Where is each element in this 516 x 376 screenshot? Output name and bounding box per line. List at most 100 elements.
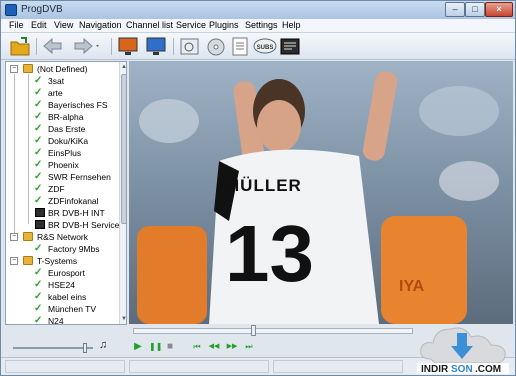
- tree-group-label: T-Systems: [37, 256, 78, 266]
- video-display[interactable]: IYA MÜLLER 13: [129, 61, 513, 324]
- check-icon: ✓: [34, 291, 43, 302]
- channel-item[interactable]: ✓ Bayerisches FS: [6, 99, 118, 111]
- menu-file[interactable]: File: [9, 20, 24, 30]
- channel-item[interactable]: ✓ SWR Fernsehen: [6, 171, 118, 183]
- tv-monitor-icon[interactable]: [117, 36, 139, 57]
- video-frame: IYA MÜLLER 13: [129, 61, 513, 324]
- channel-label: Phoenix: [48, 160, 79, 170]
- channel-item[interactable]: ✓ EinsPlus: [6, 147, 118, 159]
- check-icon: ✓: [34, 303, 43, 314]
- channel-item[interactable]: ✓ HSE24: [6, 279, 118, 291]
- menu-plugins[interactable]: Plugins: [209, 20, 239, 30]
- next-channel-button[interactable]: ⏭: [243, 341, 255, 353]
- minimize-button[interactable]: –: [445, 2, 465, 17]
- check-icon: ✓: [34, 87, 43, 98]
- check-icon: ✓: [34, 75, 43, 86]
- folder-icon: [23, 64, 33, 73]
- title-bar: ProgDVB – □ ×: [1, 1, 515, 19]
- collapse-icon[interactable]: −: [10, 233, 18, 241]
- channel-label: ZDF: [48, 184, 65, 194]
- channel-tree: − (Not Defined) ✓ 3sat ✓ arte ✓ Bayerisches…: [5, 61, 127, 325]
- app-icon: [5, 4, 17, 16]
- menu-edit[interactable]: Edit: [31, 20, 47, 30]
- channel-label: 3sat: [48, 76, 65, 86]
- play-button[interactable]: ▶: [133, 341, 143, 353]
- volume-thumb[interactable]: [83, 343, 87, 353]
- watermark-text-part1: INDIR: [421, 364, 449, 375]
- check-icon: ✓: [34, 171, 43, 182]
- menu-view[interactable]: View: [54, 20, 73, 30]
- capture-icon[interactable]: [179, 36, 201, 57]
- check-icon: ✓: [34, 123, 43, 134]
- channel-item[interactable]: ✓ kabel eins: [6, 291, 118, 303]
- channel-item[interactable]: ✓ ZDFinfokanal: [6, 195, 118, 207]
- menu-channel-list[interactable]: Channel list: [126, 20, 173, 30]
- window-title: ProgDVB: [21, 4, 63, 15]
- channel-item[interactable]: ✓ Doku/KiKa: [6, 135, 118, 147]
- channel-item[interactable]: ✓ München TV: [6, 303, 118, 315]
- app-window: ProgDVB – □ × File Edit View Navigation …: [0, 0, 516, 376]
- volume-slider[interactable]: [13, 343, 93, 353]
- tree-group-label: R&S Network: [37, 232, 89, 242]
- disc-icon[interactable]: [205, 36, 227, 57]
- channel-label: ZDFinfokanal: [48, 196, 99, 206]
- channel-label: BR DVB-H Services: [48, 220, 124, 230]
- maximize-button[interactable]: □: [465, 2, 485, 17]
- channel-item[interactable]: BR DVB-H Services: [6, 219, 124, 231]
- channel-item[interactable]: ✓ Factory 9Mbs: [6, 243, 118, 255]
- status-cell: [273, 360, 403, 373]
- channel-item[interactable]: ✓ Eurosport: [6, 267, 118, 279]
- scrollbar-thumb[interactable]: [121, 74, 126, 224]
- previous-channel-button[interactable]: ⏮: [191, 341, 203, 353]
- check-icon: ✓: [34, 243, 43, 254]
- teletext-icon[interactable]: [279, 36, 301, 57]
- scroll-down-icon[interactable]: ▼: [120, 314, 126, 324]
- indirson-watermark-logo: INDIR SON .COM: [411, 319, 515, 375]
- channel-item[interactable]: BR DVB-H INT: [6, 207, 118, 219]
- seek-thumb[interactable]: [251, 325, 256, 336]
- channel-item[interactable]: ✓ ZDF: [6, 183, 118, 195]
- seek-bar[interactable]: [133, 325, 413, 336]
- subtitles-icon[interactable]: SUBS: [253, 36, 277, 57]
- stop-button[interactable]: ■: [165, 341, 175, 353]
- tree-group-not-defined[interactable]: − (Not Defined): [6, 63, 118, 75]
- channel-item[interactable]: ✓ Phoenix: [6, 159, 118, 171]
- fast-forward-button[interactable]: ▶▶: [225, 341, 239, 353]
- channel-item[interactable]: ✓ N24: [6, 315, 118, 325]
- check-icon: ✓: [34, 183, 43, 194]
- back-arrow-icon[interactable]: [41, 36, 63, 57]
- menu-settings[interactable]: Settings: [245, 20, 278, 30]
- channel-label: Bayerisches FS: [48, 100, 108, 110]
- subtitles-label: SUBS: [257, 45, 274, 51]
- channel-item[interactable]: ✓ Das Erste: [6, 123, 118, 135]
- close-button[interactable]: ×: [485, 2, 513, 17]
- check-icon: ✓: [34, 159, 43, 170]
- menu-navigation[interactable]: Navigation: [79, 20, 122, 30]
- ad-board-text: IYA: [399, 278, 425, 295]
- pause-button[interactable]: ❚❚: [149, 341, 162, 353]
- tv-channel-icon: [35, 208, 45, 217]
- music-note-icon[interactable]: ♫: [99, 339, 107, 351]
- document-icon[interactable]: [229, 36, 251, 57]
- open-folder-icon[interactable]: [9, 36, 31, 57]
- menu-service[interactable]: Service: [176, 20, 206, 30]
- collapse-icon[interactable]: −: [10, 257, 18, 265]
- menu-help[interactable]: Help: [282, 20, 301, 30]
- tv-monitor-blue-icon[interactable]: [145, 36, 167, 57]
- forward-arrow-icon[interactable]: [73, 36, 101, 57]
- check-icon: ✓: [34, 99, 43, 110]
- tree-group-rs-network[interactable]: − R&S Network: [6, 231, 118, 243]
- collapse-icon[interactable]: −: [10, 65, 18, 73]
- channel-label: N24: [48, 316, 64, 325]
- scroll-up-icon[interactable]: ▲: [120, 62, 126, 72]
- channel-label: EinsPlus: [48, 148, 82, 158]
- tree-group-t-systems[interactable]: − T-Systems: [6, 255, 118, 267]
- tree-scrollbar[interactable]: ▲ ▼: [119, 62, 126, 324]
- channel-item[interactable]: ✓ arte: [6, 87, 118, 99]
- channel-item[interactable]: ✓ BR-alpha: [6, 111, 118, 123]
- rewind-button[interactable]: ◀◀: [207, 341, 221, 353]
- check-icon: ✓: [34, 315, 43, 325]
- channel-label: München TV: [48, 304, 97, 314]
- channel-item[interactable]: ✓ 3sat: [6, 75, 118, 87]
- toolbar-separator: [173, 38, 174, 55]
